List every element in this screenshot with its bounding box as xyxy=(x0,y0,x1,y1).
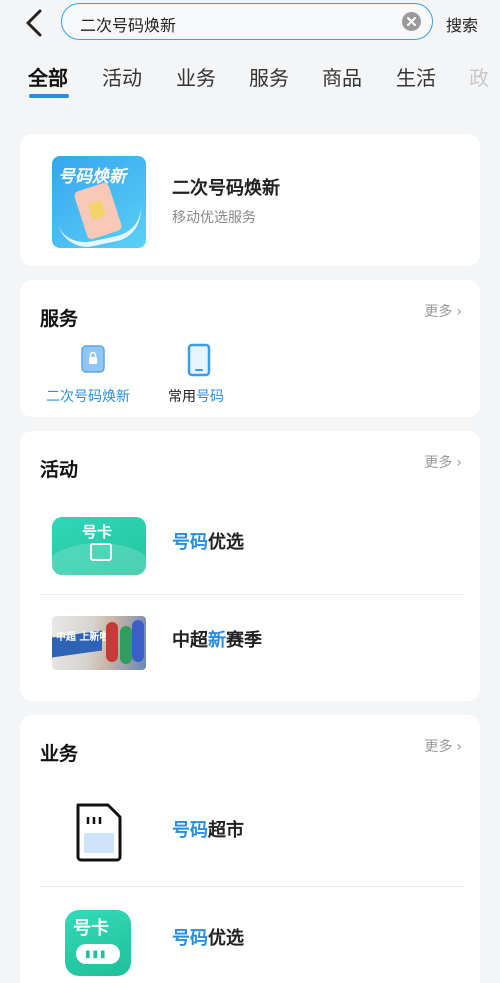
title-plain: 超市 xyxy=(208,820,244,841)
business-section: 业务 更多 › 号码超市 号卡 ▮▮▮ 号码优选 xyxy=(20,715,480,983)
services-more-label: 更多 xyxy=(424,304,453,320)
title-highlight: 号码 xyxy=(172,532,208,553)
number-renew-thumbnail: 号码焕新 xyxy=(52,156,146,248)
service-item-number-renew[interactable] xyxy=(78,344,108,376)
sim-card-icon xyxy=(76,803,122,862)
business-title-number-market: 号码超市 xyxy=(172,816,244,842)
thumbnail-text: 号码焕新 xyxy=(58,167,126,187)
title-highlight: 号码 xyxy=(172,928,208,949)
player-figure xyxy=(106,622,118,662)
business-title-number-select: 号码优选 xyxy=(172,924,244,950)
service-label-number-renew[interactable]: 二次号码焕新 xyxy=(46,386,130,406)
services-more-link[interactable]: 更多 › xyxy=(424,301,462,321)
clear-icon[interactable] xyxy=(402,12,421,31)
activity-title-number-select: 号码优选 xyxy=(172,528,244,554)
thumbnail-text: 号卡 xyxy=(82,523,113,541)
search-input[interactable]: 二次号码焕新 xyxy=(61,3,433,40)
top-result-title: 二次号码焕新 xyxy=(172,178,280,199)
tab-all[interactable]: 全部 xyxy=(28,62,68,91)
service-label-common-number[interactable]: 常用号码 xyxy=(168,386,224,406)
player-figure xyxy=(132,620,144,662)
top-bar: 二次号码焕新 搜索 xyxy=(0,0,500,46)
tab-government[interactable]: 政 xyxy=(469,62,489,91)
top-result-subtitle: 移动优选服务 xyxy=(172,210,256,226)
back-arrow-icon[interactable] xyxy=(22,8,50,38)
business-more-link[interactable]: 更多 › xyxy=(424,736,462,756)
services-section: 服务 更多 › 二次号码焕新 常用号码 xyxy=(20,280,480,417)
activities-more-link[interactable]: 更多 › xyxy=(424,452,462,472)
business-more-label: 更多 xyxy=(424,739,453,755)
phone-icon xyxy=(187,343,211,377)
chevron-right-icon: › xyxy=(456,304,462,320)
tab-activity[interactable]: 活动 xyxy=(102,62,142,91)
divider xyxy=(40,886,464,887)
services-section-title: 服务 xyxy=(40,308,79,330)
icon-text: 号卡 xyxy=(73,918,109,939)
chevron-right-icon: › xyxy=(456,455,462,471)
activities-more-label: 更多 xyxy=(424,455,453,471)
chevron-right-icon: › xyxy=(456,739,462,755)
activity-title-csl-season: 中超新赛季 xyxy=(172,626,262,652)
tab-goods[interactable]: 商品 xyxy=(322,62,362,91)
tab-active-indicator xyxy=(29,94,69,98)
sim-card-thumbnail: 号卡 xyxy=(52,517,146,575)
icon-dots: ▮▮▮ xyxy=(85,949,108,960)
search-input-value: 二次号码焕新 xyxy=(80,16,177,35)
tab-service[interactable]: 服务 xyxy=(249,62,289,91)
document-lock-icon xyxy=(81,345,105,373)
title-plain: 赛季 xyxy=(226,630,262,651)
service-item-common-number[interactable] xyxy=(185,343,213,377)
service-label-highlight: 号码 xyxy=(196,389,224,405)
top-result-card[interactable]: 号码焕新 二次号码焕新 移动优选服务 xyxy=(20,134,480,266)
title-plain: 中超 xyxy=(172,630,208,651)
service-label-plain: 常用 xyxy=(168,389,196,405)
activities-section: 活动 更多 › 号卡 号码优选 中超 上新啦 中超新赛季 xyxy=(20,431,480,701)
tab-life[interactable]: 生活 xyxy=(396,62,436,91)
category-tabs: 全部 活动 业务 服务 商品 生活 政 xyxy=(0,60,500,100)
activities-section-title: 活动 xyxy=(40,459,79,481)
title-highlight: 新 xyxy=(208,630,226,651)
title-highlight: 号码 xyxy=(172,820,208,841)
player-figure xyxy=(120,626,132,664)
sim-card-icon xyxy=(90,543,112,561)
search-button[interactable]: 搜索 xyxy=(446,12,478,36)
title-plain: 优选 xyxy=(208,928,244,949)
banner-text: 中超 上新啦 xyxy=(56,632,110,643)
sim-card-app-icon: 号卡 ▮▮▮ xyxy=(65,910,131,976)
title-plain: 优选 xyxy=(208,532,244,553)
football-banner-thumbnail: 中超 上新啦 xyxy=(52,616,146,670)
tab-business[interactable]: 业务 xyxy=(176,62,216,91)
business-section-title: 业务 xyxy=(40,743,79,765)
divider xyxy=(40,594,464,595)
